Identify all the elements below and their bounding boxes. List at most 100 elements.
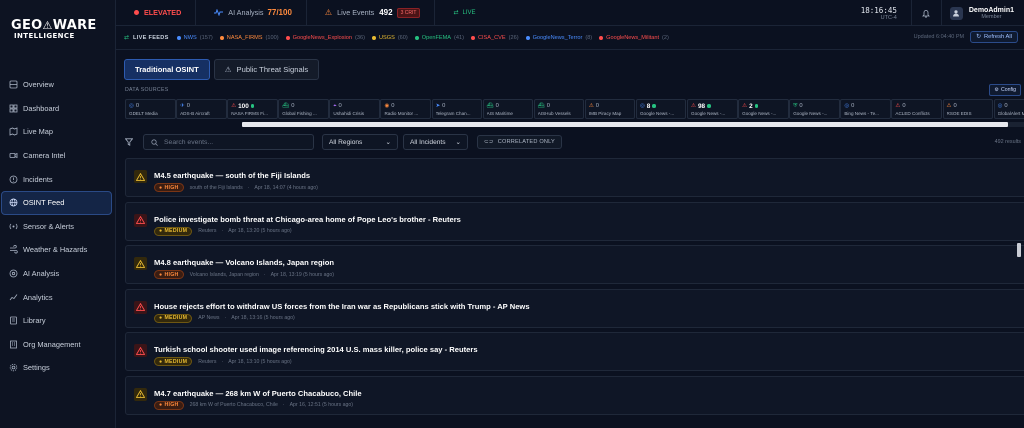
threat-level[interactable]: ELEVATED [116, 0, 197, 26]
data-source-card[interactable]: ⛴ 0 Global Fishing ... [278, 99, 329, 119]
tab-traditional-osint[interactable]: Traditional OSINT [124, 59, 210, 80]
severity-badge: ● HIGH [154, 270, 184, 280]
sidebar-item-library[interactable]: Library [0, 309, 116, 333]
separator: · [221, 228, 224, 235]
data-sources-strip: ◎ 0 GDELT Media ✈ 0 ADS-B Aircraft ⚠ 100 NASA FI… [125, 99, 1024, 121]
data-source-card[interactable]: ⛨ 0 Google News -... [789, 99, 840, 119]
data-source-card[interactable]: ◎ 0 GDELT Media [125, 99, 176, 119]
live-dot-icon [250, 104, 255, 108]
search-input[interactable] [164, 138, 304, 146]
feed-item[interactable]: GoogleNews_Explosion (36) [285, 35, 365, 41]
source-header: ⚠ 100 [231, 102, 275, 110]
refresh-all-button[interactable]: ↻ Refresh All [970, 31, 1018, 43]
source-name: ACLED Conflicts [895, 111, 930, 116]
source-count: 0 [595, 103, 600, 109]
incident-select[interactable]: All Incidents ⌄ [403, 134, 468, 150]
source-count: 0 [799, 103, 803, 109]
feed-item[interactable]: GoogleNews_Terror (8) [525, 35, 592, 41]
chevron-down-icon: ⌄ [385, 139, 391, 146]
data-source-card[interactable]: ⛴ 0 AIS Maritime [482, 99, 534, 119]
sidebar-item-analytics[interactable]: Analytics [0, 285, 116, 309]
separator: · [282, 402, 285, 409]
event-card[interactable]: Police investigate bomb threat at Chicag… [125, 201, 1024, 241]
data-source-card[interactable]: ✈ 0 ADS-B Aircraft [176, 99, 227, 119]
feed-item[interactable]: OpenFEMA (41) [414, 35, 464, 41]
data-source-card[interactable]: ➤ 0 Telegram Chan... [431, 99, 483, 119]
alert-icon [9, 175, 18, 184]
data-source-card[interactable]: ◎0GlobalAlert M... [993, 99, 1024, 119]
live-events[interactable]: ⚠ Live Events 492 3 CRIT [307, 0, 436, 26]
sidebar-item-org-management[interactable]: Org Management [0, 333, 116, 357]
source-name: ADS-B Aircraft [180, 111, 210, 116]
feed-item[interactable]: NWS (157) [176, 35, 213, 41]
data-source-card[interactable]: ◉ 0 Radio Monitor ... [380, 99, 431, 119]
feed-count: (2) [662, 34, 669, 41]
data-source-card[interactable]: ◎ 0 Bing News - Te... [840, 99, 891, 119]
sidebar-item-dashboard[interactable]: Dashboard [0, 97, 116, 121]
sidebar-item-osint-feed[interactable]: OSINT Feed [1, 190, 112, 215]
source-header: ⚠ 2 [742, 102, 786, 110]
event-meta: ● MEDIUM AP News · Apr 18, 13:16 (5 hours ag… [154, 313, 295, 323]
ship-icon: ⛴ [282, 103, 290, 109]
top-status-bar: ELEVATED AI Analysis 77/100 ⚠ Live Event… [116, 0, 1024, 26]
sidebar-item-settings[interactable]: Settings [0, 356, 116, 380]
notifications-button[interactable] [912, 0, 942, 26]
ai-analysis-score[interactable]: AI Analysis 77/100 [196, 0, 307, 26]
separator: · [221, 358, 224, 365]
link-icon: ⊂⊃ [484, 139, 494, 145]
map-icon: ⌖ [333, 102, 337, 109]
event-card[interactable]: M4.8 earthquake — Volcano Islands, Japan… [125, 245, 1024, 285]
warning-icon [134, 257, 147, 271]
feed-scrollbar[interactable] [1017, 158, 1022, 428]
event-card[interactable]: House rejects effort to withdraw US forc… [125, 288, 1024, 328]
sidebar-item-camera-intel[interactable]: Camera Intel [0, 144, 116, 168]
event-card[interactable]: Turkish school shooter used image refere… [125, 332, 1024, 372]
source-name: Google News -... [742, 111, 777, 116]
event-card[interactable]: M4.7 earthquake — 268 km W of Puerto Cha… [125, 375, 1024, 415]
sidebar-nav: Overview Dashboard Live Map Camera Intel Inc… [0, 73, 116, 380]
feed-scrollbar-thumb[interactable] [1017, 243, 1021, 257]
data-source-card[interactable]: ⚠ 0 RSOE EDIS [942, 99, 993, 119]
correlated-only-toggle[interactable]: ⊂⊃ CORRELATED ONLY [477, 135, 562, 149]
sources-scrollbar-thumb[interactable] [242, 122, 1008, 127]
data-source-card[interactable]: ⚠ 2 Google News -... [738, 99, 789, 119]
sidebar-item-ai-analysis[interactable]: AI Analysis [0, 262, 116, 286]
data-source-card[interactable]: ⚠ 0 ACLED Conflicts [891, 99, 942, 119]
tab-public-threat-signals[interactable]: ⚠ Public Threat Signals [213, 59, 320, 80]
plane-icon: ✈ [180, 103, 185, 109]
data-source-card[interactable]: ⚠ 0 IMB Piracy Map [584, 99, 636, 119]
source-header: ⛴ 0 [282, 102, 326, 110]
data-source-card[interactable]: ◎ 8 Google News -... [635, 99, 687, 119]
sidebar-item-label: Library [23, 316, 46, 326]
data-source-card[interactable]: ⚠ 100 NASA FIRMS Fi... [227, 99, 278, 119]
user-icon [953, 10, 960, 17]
sidebar-item-overview[interactable]: Overview [0, 73, 116, 97]
event-title: House rejects effort to withdraw US forc… [154, 301, 530, 311]
config-button[interactable]: ⚙ Config [989, 84, 1021, 96]
event-card[interactable]: M4.5 earthquake — south of the Fiji Isla… [125, 158, 1024, 197]
sidebar-item-live-map[interactable]: Live Map [0, 120, 116, 144]
data-source-card[interactable]: ⌖ 0 Ushahidi Crisis [329, 99, 380, 119]
filter-icon[interactable] [125, 138, 133, 146]
feed-item[interactable]: GoogleNews_Militant (2) [599, 35, 669, 41]
source-header: ⛴ 0 [487, 102, 531, 110]
status-dot-icon [599, 35, 604, 40]
brand-logo[interactable]: GEO⚠WARE INTELLIGENCE [0, 0, 115, 58]
data-source-card[interactable]: ⛴ 0 AISHub Vessels [533, 99, 585, 119]
feed-item[interactable]: CISA_CVE (26) [470, 35, 519, 41]
search-box[interactable] [143, 134, 314, 150]
data-source-card[interactable]: ⚠ 98 Google News -... [687, 99, 738, 119]
feed-item[interactable]: USGS (60) [371, 35, 408, 41]
tab-label: Public Threat Signals [236, 65, 309, 74]
user-menu[interactable]: DemoAdmin1 Member [942, 0, 1024, 26]
feed-item[interactable]: NASA_FIRMS (100) [219, 35, 279, 41]
gear-icon [9, 363, 18, 372]
source-name: AIS Maritime [486, 111, 513, 116]
sidebar-item-weather-hazards[interactable]: Weather & Hazards [0, 238, 116, 262]
region-select[interactable]: All Regions ⌄ [322, 134, 398, 150]
last-updated: Updated 6:04:40 PM [913, 34, 965, 40]
sidebar-item-incidents[interactable]: Incidents [0, 167, 116, 191]
warning-icon [134, 170, 147, 183]
live-dot-icon [754, 104, 759, 108]
sidebar-item-sensor-alerts[interactable]: Sensor & Alerts [0, 215, 116, 239]
